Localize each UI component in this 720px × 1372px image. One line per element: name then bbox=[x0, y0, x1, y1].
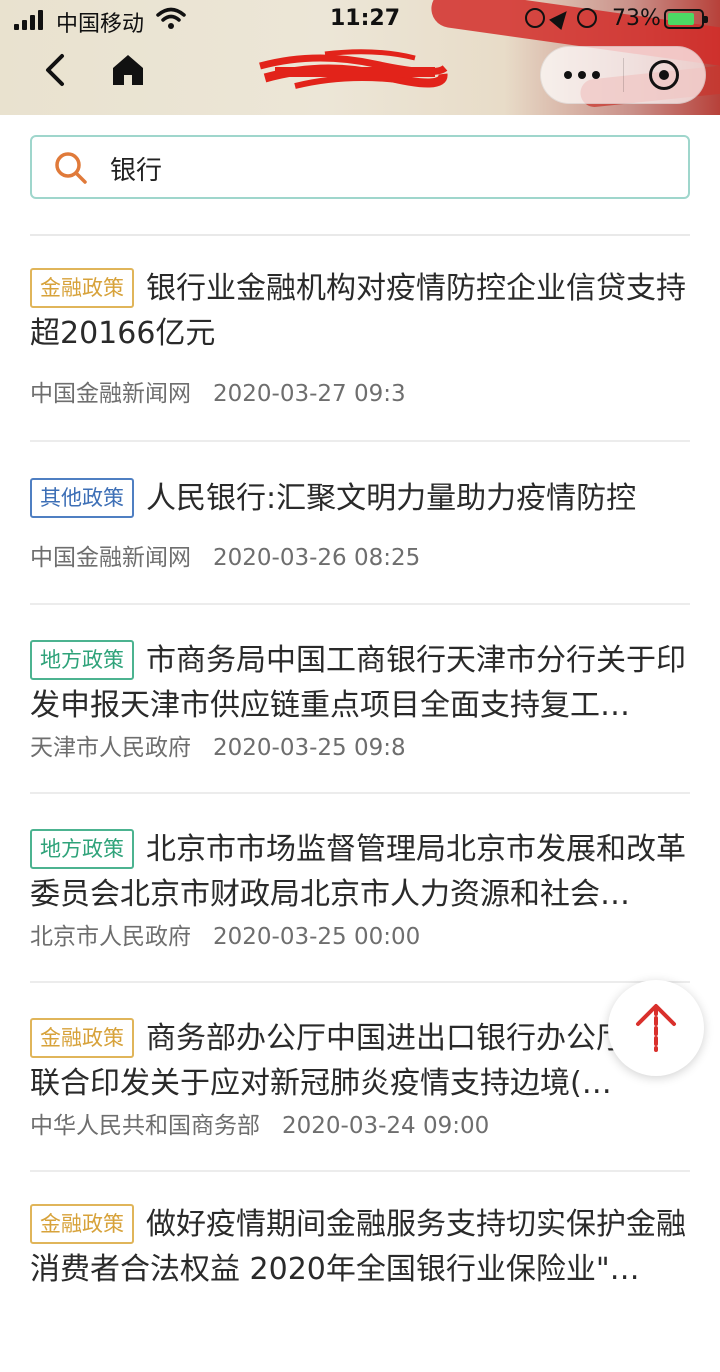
list-item[interactable]: 金融政策 做好疫情期间金融服务支持切实保护金融消费者合法权益 2020年全国银行业… bbox=[30, 1172, 690, 1372]
category-tag: 金融政策 bbox=[30, 1018, 134, 1058]
article-source: 中华人民共和国商务部 bbox=[30, 1113, 260, 1139]
header-bar: 中国移动 11:27 73% bbox=[0, 0, 720, 115]
search-input[interactable] bbox=[108, 147, 668, 189]
list-item[interactable]: 金融政策 商务部办公厅中国进出口银行办公厅联合印发关于应对新冠肺炎疫情支持边境(跨… bbox=[30, 983, 690, 1172]
page-title-redacted bbox=[259, 49, 448, 89]
carrier-name: 中国移动 bbox=[56, 12, 145, 37]
category-tag: 金融政策 bbox=[30, 268, 134, 308]
article-meta: 中国金融新闻网 2020-03-26 08:25 bbox=[30, 538, 690, 578]
article-source: 北京市人民政府 bbox=[30, 924, 191, 950]
list-item[interactable]: 地方政策 北京市市场监督管理局北京市发展和改革委员会北京市财政局北京市人力资源和社… bbox=[30, 794, 690, 983]
list-item[interactable]: 金融政策 银行业金融机构对疫情防控企业信贷支持超20166亿元 中国金融新闻网 20… bbox=[30, 236, 690, 442]
category-tag: 地方政策 bbox=[30, 640, 134, 680]
more-dots-icon[interactable] bbox=[541, 47, 623, 103]
category-tag: 其他政策 bbox=[30, 478, 134, 518]
status-icons bbox=[525, 5, 597, 31]
status-time: 11:27 bbox=[330, 6, 401, 31]
article-meta: 中华人民共和国商务部 2020-03-24 09:00 bbox=[30, 1106, 690, 1146]
alarm-icon bbox=[577, 8, 597, 28]
location-icon bbox=[549, 5, 573, 31]
arrow-up-icon bbox=[636, 1004, 676, 1052]
category-tag: 地方政策 bbox=[30, 829, 134, 869]
article-date: 2020-03-26 08:25 bbox=[213, 545, 421, 571]
battery-icon bbox=[664, 9, 708, 29]
article-date: 2020-03-24 09:00 bbox=[282, 1113, 490, 1139]
miniprogram-capsule bbox=[540, 46, 706, 104]
article-date: 2020-03-25 00:00 bbox=[213, 924, 421, 950]
article-meta: 中国金融新闻网 2020-03-27 09:3 bbox=[30, 374, 690, 414]
home-icon[interactable] bbox=[110, 52, 146, 88]
article-list: 金融政策 银行业金融机构对疫情防控企业信贷支持超20166亿元 中国金融新闻网 20… bbox=[0, 236, 720, 1372]
status-bar: 中国移动 11:27 73% bbox=[0, 0, 720, 40]
battery-percent: 73% bbox=[612, 6, 661, 31]
article-title: 金融政策 做好疫情期间金融服务支持切实保护金融消费者合法权益 2020年全国银行业… bbox=[30, 1202, 690, 1292]
article-title: 其他政策 人民银行:汇聚文明力量助力疫情防控 bbox=[30, 476, 690, 521]
article-meta: 天津市人民政府 2020-03-25 09:8 bbox=[30, 728, 690, 768]
list-item[interactable]: 地方政策 市商务局中国工商银行天津市分行关于印发申报天津市供应链重点项目全面支持复… bbox=[30, 605, 690, 794]
article-date: 2020-03-27 09:3 bbox=[213, 381, 406, 407]
search-icon bbox=[55, 152, 87, 184]
article-title: 地方政策 北京市市场监督管理局北京市发展和改革委员会北京市财政局北京市人力资源和社… bbox=[30, 827, 690, 917]
orientation-lock-icon bbox=[525, 8, 545, 28]
search-box bbox=[30, 135, 690, 199]
target-close-icon[interactable] bbox=[624, 47, 705, 103]
list-item[interactable]: 其他政策 人民银行:汇聚文明力量助力疫情防控 中国金融新闻网 2020-03-26 … bbox=[30, 442, 690, 605]
article-meta: 北京市人民政府 2020-03-25 00:00 bbox=[30, 917, 690, 957]
article-source: 天津市人民政府 bbox=[30, 735, 191, 761]
article-title: 金融政策 商务部办公厅中国进出口银行办公厅联合印发关于应对新冠肺炎疫情支持边境(跨… bbox=[30, 1016, 690, 1106]
article-title-text: 人民银行:汇聚文明力量助力疫情防控 bbox=[146, 481, 637, 516]
article-title: 地方政策 市商务局中国工商银行天津市分行关于印发申报天津市供应链重点项目全面支持复… bbox=[30, 638, 690, 728]
scroll-top-button[interactable] bbox=[608, 980, 704, 1076]
signal-icon bbox=[14, 10, 43, 30]
article-source: 中国金融新闻网 bbox=[30, 381, 191, 407]
wifi-icon bbox=[156, 7, 186, 29]
chevron-left-icon[interactable] bbox=[38, 52, 74, 88]
article-title: 金融政策 银行业金融机构对疫情防控企业信贷支持超20166亿元 bbox=[30, 266, 690, 356]
article-date: 2020-03-25 09:8 bbox=[213, 735, 406, 761]
article-source: 中国金融新闻网 bbox=[30, 545, 191, 571]
category-tag: 金融政策 bbox=[30, 1204, 134, 1244]
